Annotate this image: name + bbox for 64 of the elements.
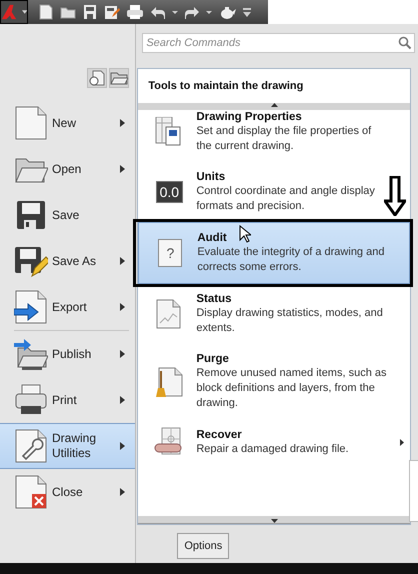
search-field[interactable]: Search Commands xyxy=(142,33,415,53)
documents-clock-icon xyxy=(89,70,106,86)
document-broom-icon xyxy=(154,366,184,396)
menu-item[interactable]: Save As xyxy=(0,238,136,284)
command-description: Evaluate the integrity of a drawing and corrects some errors. xyxy=(197,245,386,275)
document-question-icon: ? xyxy=(158,239,182,267)
command-description: Repair a damaged drawing file. xyxy=(196,442,350,456)
menu-item[interactable]: Export xyxy=(0,284,136,330)
command-description: Control coordinate and angle display formats and precision. xyxy=(196,184,376,214)
command-description: Display drawing statistics, modes, and extents. xyxy=(196,306,384,336)
menu-item[interactable]: Save xyxy=(0,192,136,238)
command-title: Purge xyxy=(196,352,229,366)
document-arrow-icon xyxy=(14,289,48,325)
submenu-arrow-icon xyxy=(120,442,126,450)
submenu-arrow-icon xyxy=(120,350,126,358)
down-arrow-annotation xyxy=(384,176,406,216)
command-title: Recover xyxy=(196,428,242,442)
menu-item[interactable]: Print xyxy=(0,377,136,423)
pointer-cursor-icon xyxy=(239,225,252,243)
command-item[interactable]: 0.0 Units Control coordinate and angle display formats and precision. xyxy=(138,162,410,222)
command-title: Units xyxy=(196,170,226,184)
command-title: Drawing Properties xyxy=(196,110,302,124)
recent-documents-button[interactable] xyxy=(87,68,108,88)
menu-item[interactable]: Drawing Utilities xyxy=(0,423,136,469)
redo-icon[interactable] xyxy=(184,4,200,20)
command-description: Set and display the file properties of the current drawing. xyxy=(196,124,372,154)
command-item[interactable]: Purge Remove unused named items, such as block definitions and layers, from the drawing. xyxy=(138,344,410,419)
command-item[interactable]: Status Display drawing statistics, modes, and extents. xyxy=(138,284,410,344)
caret-icon xyxy=(22,10,27,14)
caret-up-icon xyxy=(270,103,278,107)
teapot-icon[interactable] xyxy=(218,4,236,20)
search-icon[interactable] xyxy=(398,36,412,50)
menu-item[interactable]: Close xyxy=(0,469,136,515)
document-bandage-icon xyxy=(154,427,184,457)
submenu-arrow-icon xyxy=(120,488,126,496)
options-button[interactable]: Options xyxy=(177,533,230,559)
panel-title: Tools to maintain the drawing xyxy=(147,79,304,94)
submenu-arrow-icon xyxy=(400,438,404,446)
command-item[interactable]: Drawing Properties Set and display the file properties of the current drawing. xyxy=(138,110,410,162)
application-button[interactable] xyxy=(0,0,28,24)
menu-item[interactable]: New xyxy=(0,100,136,146)
command-description: Remove unused named items, such as block definitions and layers, from the drawing. xyxy=(196,366,388,411)
submenu-arrow-icon xyxy=(120,165,126,173)
units-icon: 0.0 xyxy=(156,181,184,203)
menu-item[interactable]: Open xyxy=(0,146,136,192)
submenu-arrow-icon xyxy=(120,303,126,311)
command-title: Audit xyxy=(197,231,227,245)
printer-icon[interactable] xyxy=(126,4,144,20)
submenu-arrow-icon xyxy=(120,119,126,127)
submenu-arrow-icon xyxy=(120,396,126,404)
folder-icon xyxy=(110,70,128,86)
document-close-icon xyxy=(14,474,48,510)
submenu-arrow-icon xyxy=(120,257,126,265)
command-item[interactable]: Recover Repair a damaged drawing file. xyxy=(138,419,410,465)
folder-arrow-icon xyxy=(14,336,48,372)
menu-item[interactable]: Publish xyxy=(0,331,136,377)
open-documents-button[interactable] xyxy=(109,68,130,88)
save-icon[interactable] xyxy=(82,4,98,20)
caret-down-icon xyxy=(270,519,278,523)
save-as-icon[interactable] xyxy=(104,4,120,20)
command-title: Status xyxy=(196,292,232,306)
document-icon xyxy=(14,105,48,141)
document-wrench-icon xyxy=(14,428,48,464)
new-file-icon[interactable] xyxy=(38,4,54,20)
